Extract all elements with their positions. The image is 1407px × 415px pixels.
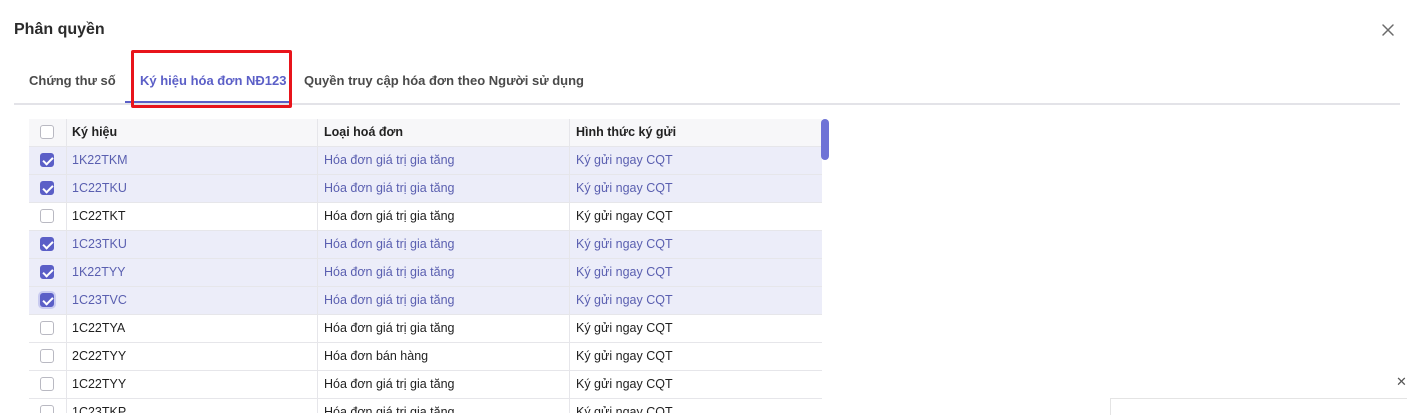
row-code: 1C22TKT [66,203,318,230]
table-header-row: Ký hiệu Loại hoá đơn Hình thức ký gửi [29,119,822,147]
table-row[interactable]: 1C23TKP Hóa đơn giá trị gia tăng Ký gửi … [29,399,822,413]
column-header-type[interactable]: Loại hoá đơn [318,119,570,146]
annotation-highlight-box [131,50,292,108]
row-checkbox[interactable] [40,265,54,279]
row-method: Ký gửi ngay CQT [576,293,673,307]
row-checkbox[interactable] [40,153,54,167]
row-type: Hóa đơn giá trị gia tăng [318,231,570,258]
row-type: Hóa đơn bán hàng [318,343,570,370]
permission-dialog: Phân quyền Chứng thư số Ký hiệu hóa đơn … [0,0,1407,415]
row-code: 1C23TKP [66,399,318,413]
table-row[interactable]: 1K22TYY Hóa đơn giá trị gia tăng Ký gửi … [29,259,822,287]
row-code: 1C22TYA [66,315,318,342]
table-row[interactable]: 1C23TVC Hóa đơn giá trị gia tăng Ký gửi … [29,287,822,315]
column-header-method[interactable]: Hình thức ký gửi [570,119,822,146]
column-header-code[interactable]: Ký hiệu [66,119,318,146]
tab-user-access[interactable]: Quyền truy cập hóa đơn theo Người sử dụn… [304,60,584,103]
notification-close-icon[interactable]: ✕ [1396,374,1407,390]
row-checkbox[interactable] [40,209,54,223]
row-method: Ký gửi ngay CQT [576,265,673,279]
tab-certificate[interactable]: Chứng thư số [29,60,116,103]
close-icon[interactable] [1378,20,1398,40]
row-type: Hóa đơn giá trị gia tăng [318,315,570,342]
row-checkbox[interactable] [40,349,54,363]
row-method: Ký gửi ngay CQT [576,349,673,363]
table-row[interactable]: 1C22TKT Hóa đơn giá trị gia tăng Ký gửi … [29,203,822,231]
select-all-checkbox[interactable] [40,125,54,139]
row-method: Ký gửi ngay CQT [576,209,673,223]
row-type: Hóa đơn giá trị gia tăng [318,287,570,314]
row-method: Ký gửi ngay CQT [576,321,673,335]
table-row[interactable]: 1C22TYY Hóa đơn giá trị gia tăng Ký gửi … [29,371,822,399]
row-code: 1K22TKM [66,147,318,174]
row-checkbox[interactable] [40,377,54,391]
invoice-symbol-table: Ký hiệu Loại hoá đơn Hình thức ký gửi 1K… [29,119,822,413]
table-row[interactable]: 1C23TKU Hóa đơn giá trị gia tăng Ký gửi … [29,231,822,259]
row-type: Hóa đơn giá trị gia tăng [318,371,570,398]
row-checkbox[interactable] [40,321,54,335]
row-code: 1C23TKU [66,231,318,258]
row-type: Hóa đơn giá trị gia tăng [318,259,570,286]
row-code: 1C22TYY [66,371,318,398]
table-row[interactable]: 1C22TKU Hóa đơn giá trị gia tăng Ký gửi … [29,175,822,203]
table-row[interactable]: 1K22TKM Hóa đơn giá trị gia tăng Ký gửi … [29,147,822,175]
table-row[interactable]: 2C22TYY Hóa đơn bán hàng Ký gửi ngay CQT [29,343,822,371]
row-method: Ký gửi ngay CQT [576,237,673,251]
dialog-title: Phân quyền [14,21,105,38]
row-code: 1C22TKU [66,175,318,202]
row-code: 1K22TYY [66,259,318,286]
row-method: Ký gửi ngay CQT [576,181,673,195]
row-code: 2C22TYY [66,343,318,370]
row-type: Hóa đơn giá trị gia tăng [318,399,570,413]
row-checkbox[interactable] [40,181,54,195]
table-scrollbar[interactable] [821,119,829,160]
row-type: Hóa đơn giá trị gia tăng [318,203,570,230]
row-type: Hóa đơn giá trị gia tăng [318,147,570,174]
table-row[interactable]: 1C22TYA Hóa đơn giá trị gia tăng Ký gửi … [29,315,822,343]
row-type: Hóa đơn giá trị gia tăng [318,175,570,202]
row-method: Ký gửi ngay CQT [576,153,673,167]
row-method: Ký gửi ngay CQT [576,405,673,413]
row-method: Ký gửi ngay CQT [576,377,673,391]
row-checkbox[interactable] [40,237,54,251]
row-code: 1C23TVC [66,287,318,314]
row-checkbox[interactable] [40,293,54,307]
notification-toast [1110,398,1407,415]
row-checkbox[interactable] [40,405,54,413]
